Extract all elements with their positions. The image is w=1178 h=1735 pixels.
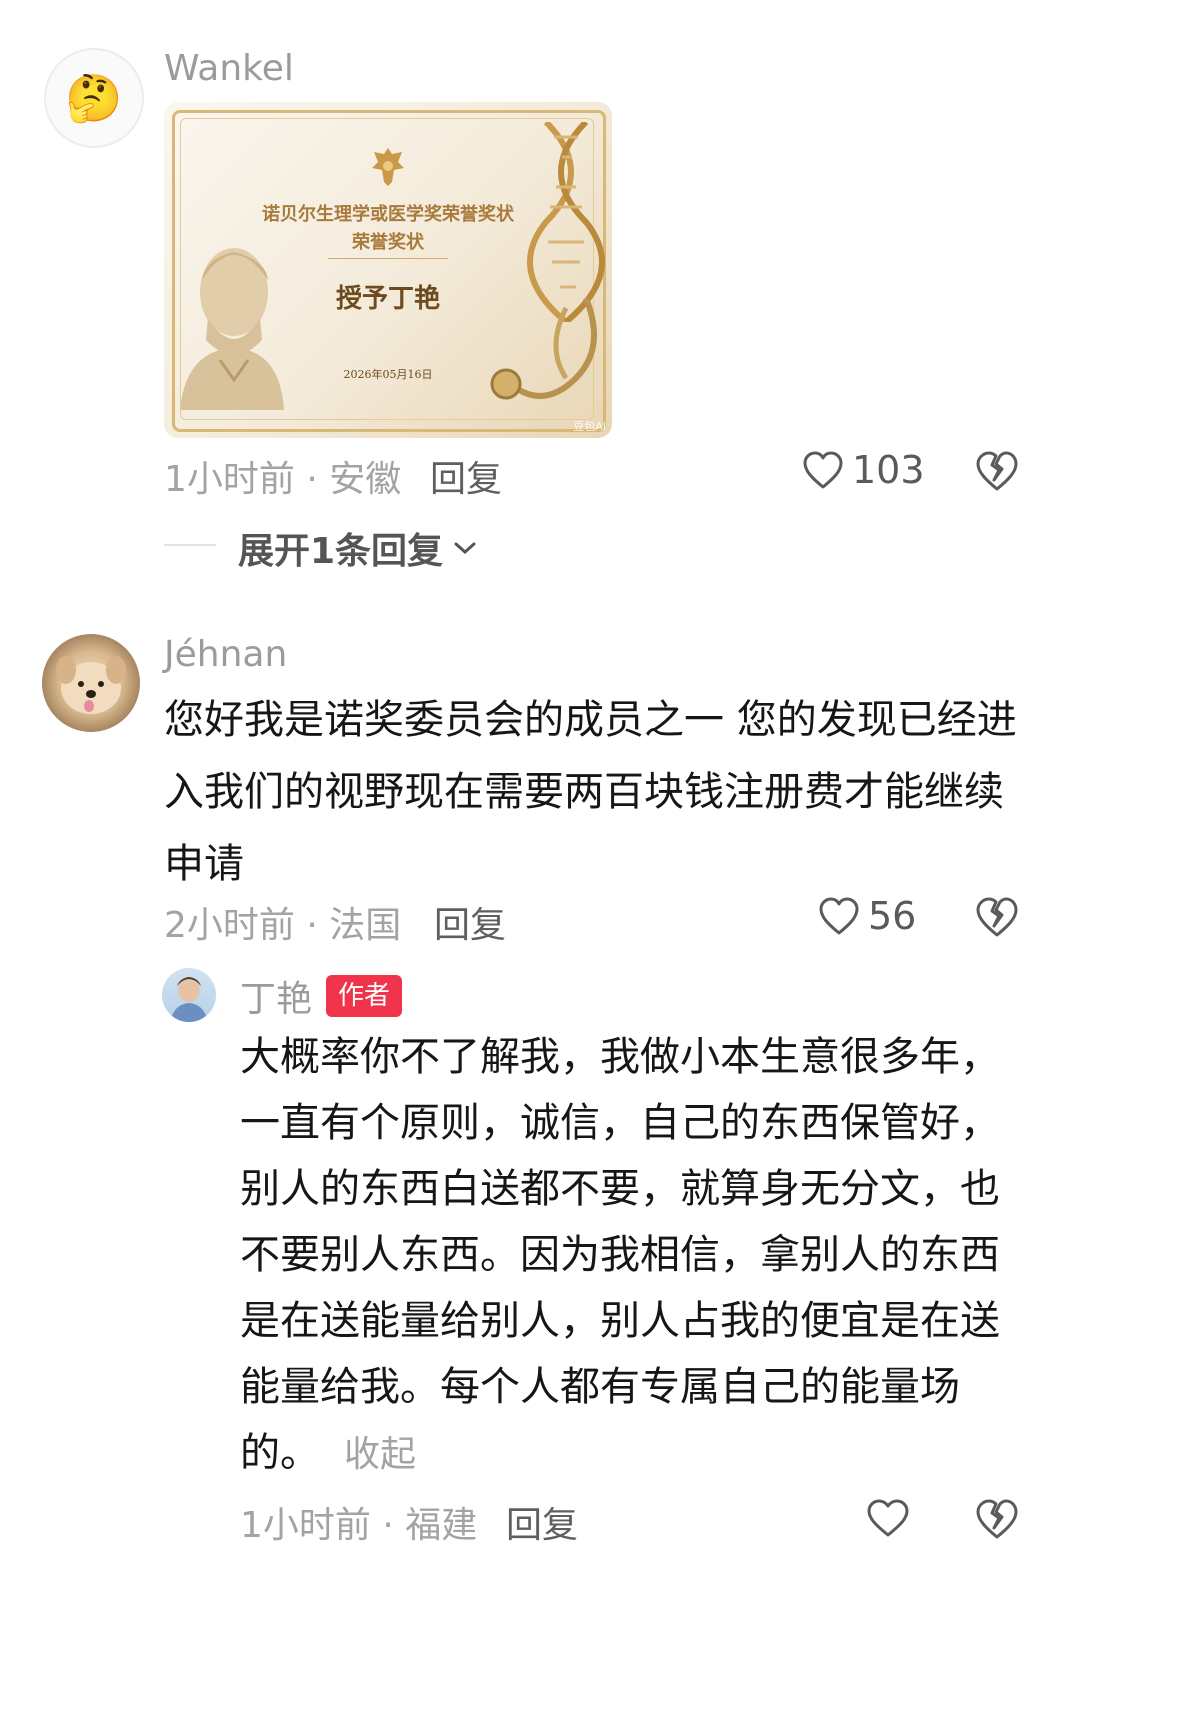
avatar[interactable] <box>42 634 140 732</box>
comment-username[interactable]: Jéhnan <box>164 634 287 675</box>
thinking-face-icon: 🤔 <box>65 71 123 125</box>
expand-replies-button[interactable]: 展开1条回复 <box>238 522 477 574</box>
reply-text: 大概率你不了解我，我做小本生意很多年，一直有个原则，诚信，自己的东西保管好，别人… <box>240 1034 1000 1476</box>
author-avatar-image <box>170 977 208 1022</box>
like-button[interactable]: 103 <box>802 448 925 492</box>
reply-text-block: 大概率你不了解我，我做小本生意很多年，一直有个原则，诚信，自己的东西保管好，别人… <box>240 1024 1010 1488</box>
reply-button[interactable]: 回复 <box>430 450 502 502</box>
avatar[interactable] <box>162 968 216 1022</box>
heart-icon <box>819 897 859 935</box>
eagle-emblem-icon <box>372 148 404 186</box>
like-count: 56 <box>868 894 917 938</box>
author-badge: 作者 <box>326 975 403 1017</box>
comment-text: 您好我是诺奖委员会的成员之一 您的发现已经进入我们的视野现在需要两百块钱注册费才… <box>164 697 1017 887</box>
reply-header: 丁艳 作者 <box>240 970 403 1022</box>
collapse-button[interactable]: 收起 <box>344 1434 416 1475</box>
like-count: 103 <box>852 448 925 492</box>
certificate-divider <box>328 258 448 259</box>
reply-button[interactable]: 回复 <box>434 896 506 948</box>
stethoscope-icon <box>490 296 597 400</box>
avatar[interactable]: 🤔 <box>44 48 144 148</box>
expand-divider <box>164 544 216 546</box>
chevron-down-icon <box>454 542 476 555</box>
puppy-avatar-image <box>56 656 126 714</box>
reply-button[interactable]: 回复 <box>506 1496 578 1548</box>
broken-heart-icon[interactable] <box>975 450 1019 492</box>
comment-image[interactable]: 诺贝尔生理学或医学奖荣誉奖状 荣誉奖状 授予丁艳 2026年05月16日 豆包A… <box>164 102 612 438</box>
reply-username[interactable]: 丁艳 <box>240 970 312 1022</box>
heart-icon <box>803 451 843 489</box>
comment-meta: 2小时前 · 法国 <box>164 905 402 946</box>
comment-username[interactable]: Wankel <box>164 48 294 89</box>
like-button[interactable]: 56 <box>818 894 916 938</box>
portrait-relief <box>180 248 284 410</box>
image-watermark: 豆包AI <box>573 420 606 433</box>
comment-meta: 1小时前 · 安徽 <box>164 459 402 500</box>
heart-icon[interactable] <box>866 1498 910 1538</box>
expand-replies-label: 展开1条回复 <box>238 531 444 572</box>
broken-heart-icon[interactable] <box>975 896 1019 938</box>
reply-meta: 1小时前 · 福建 <box>240 1505 478 1546</box>
broken-heart-icon[interactable] <box>975 1498 1019 1540</box>
